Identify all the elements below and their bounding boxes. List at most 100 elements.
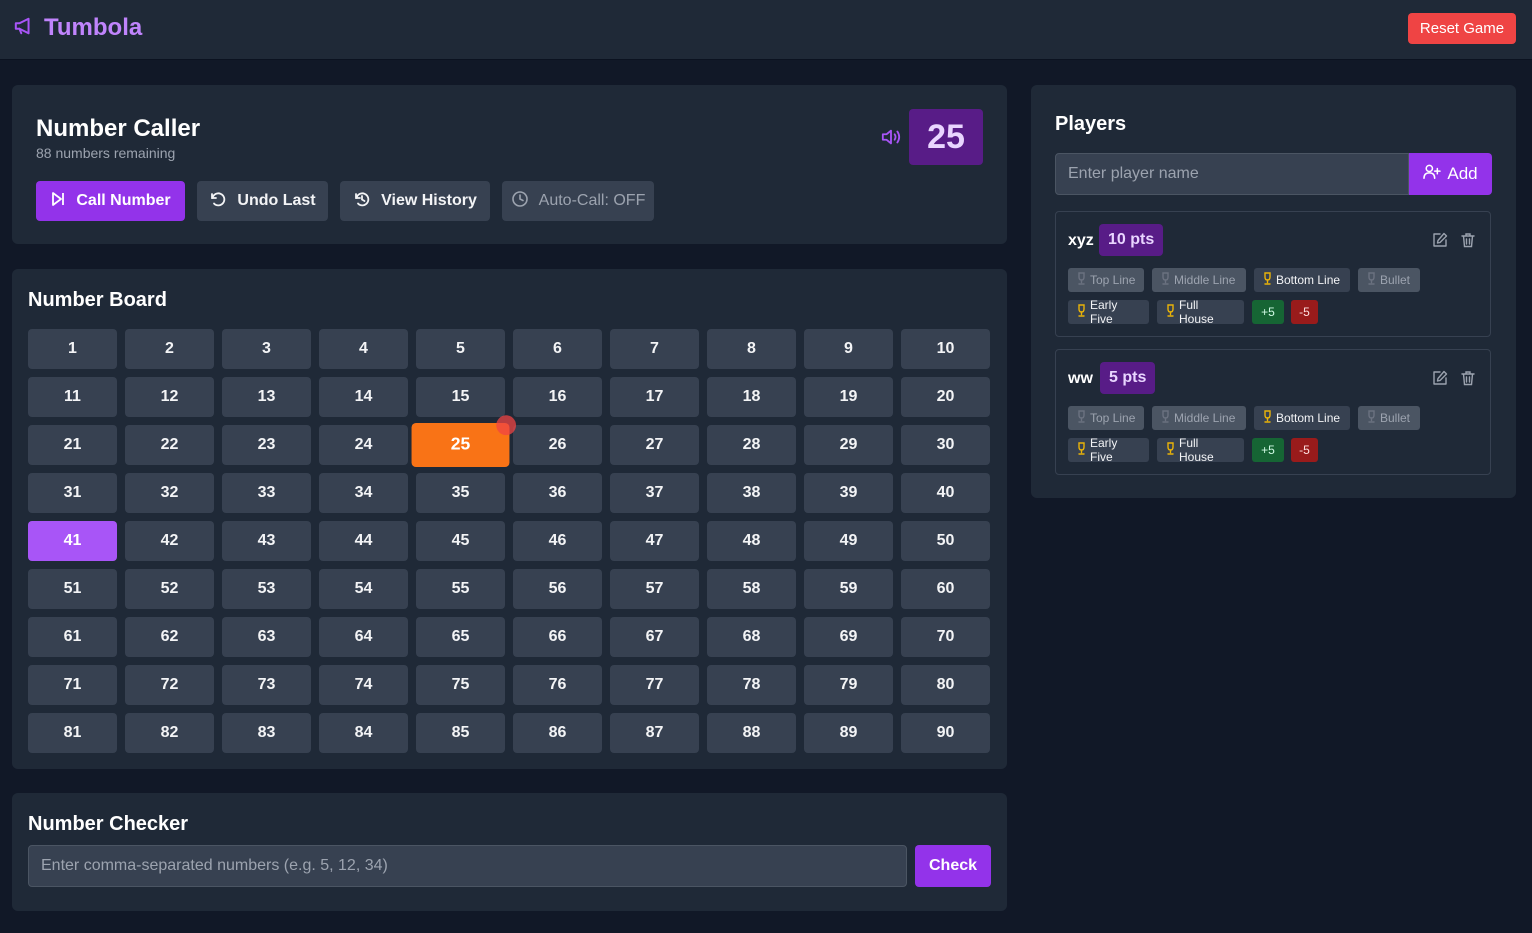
reset-game-button[interactable]: Reset Game [1408, 13, 1516, 44]
number-cell[interactable]: 85 [416, 713, 505, 753]
number-cell[interactable]: 35 [416, 473, 505, 513]
number-cell[interactable]: 29 [804, 425, 893, 465]
undo-last-button[interactable]: Undo Last [197, 181, 328, 221]
claim-middle-line-button[interactable]: Middle Line [1152, 406, 1246, 430]
number-cell[interactable]: 68 [707, 617, 796, 657]
edit-icon[interactable] [1432, 370, 1448, 391]
number-cell[interactable]: 65 [416, 617, 505, 657]
number-cell[interactable]: 34 [319, 473, 408, 513]
number-cell[interactable]: 2 [125, 329, 214, 369]
subtract-points-button[interactable]: -5 [1291, 438, 1318, 462]
number-cell[interactable]: 22 [125, 425, 214, 465]
number-cell[interactable]: 11 [28, 377, 117, 417]
trash-icon[interactable] [1460, 232, 1476, 253]
number-cell[interactable]: 19 [804, 377, 893, 417]
number-cell[interactable]: 8 [707, 329, 796, 369]
number-cell[interactable]: 73 [222, 665, 311, 705]
claim-top-line-button[interactable]: Top Line [1068, 268, 1144, 292]
claim-bullet-button[interactable]: Bullet [1358, 268, 1420, 292]
number-cell[interactable]: 53 [222, 569, 311, 609]
number-cell[interactable]: 54 [319, 569, 408, 609]
number-cell[interactable]: 63 [222, 617, 311, 657]
number-cell[interactable]: 47 [610, 521, 699, 561]
number-cell[interactable]: 52 [125, 569, 214, 609]
number-cell[interactable]: 58 [707, 569, 796, 609]
check-button[interactable]: Check [915, 845, 991, 887]
number-cell[interactable]: 48 [707, 521, 796, 561]
number-cell[interactable]: 39 [804, 473, 893, 513]
number-cell[interactable]: 56 [513, 569, 602, 609]
claim-bullet-button[interactable]: Bullet [1358, 406, 1420, 430]
call-number-button[interactable]: Call Number [36, 181, 185, 221]
number-cell[interactable]: 32 [125, 473, 214, 513]
number-cell[interactable]: 60 [901, 569, 990, 609]
view-history-button[interactable]: View History [340, 181, 490, 221]
add-points-button[interactable]: +5 [1252, 300, 1284, 324]
number-cell[interactable]: 72 [125, 665, 214, 705]
number-cell[interactable]: 66 [513, 617, 602, 657]
number-cell[interactable]: 69 [804, 617, 893, 657]
number-cell[interactable]: 4 [319, 329, 408, 369]
number-cell[interactable]: 16 [513, 377, 602, 417]
number-cell[interactable]: 77 [610, 665, 699, 705]
number-cell[interactable]: 25 [411, 415, 517, 467]
number-cell[interactable]: 67 [610, 617, 699, 657]
number-cell[interactable]: 80 [901, 665, 990, 705]
number-cell[interactable]: 3 [222, 329, 311, 369]
claim-early-five-button[interactable]: Early Five [1068, 298, 1149, 326]
number-cell[interactable]: 7 [610, 329, 699, 369]
number-cell[interactable]: 82 [125, 713, 214, 753]
number-cell[interactable]: 75 [416, 665, 505, 705]
number-cell[interactable]: 57 [610, 569, 699, 609]
number-cell[interactable]: 31 [28, 473, 117, 513]
number-cell[interactable]: 64 [319, 617, 408, 657]
number-cell[interactable]: 41 [28, 521, 117, 561]
number-cell[interactable]: 71 [28, 665, 117, 705]
number-cell[interactable]: 37 [610, 473, 699, 513]
number-cell[interactable]: 61 [28, 617, 117, 657]
number-cell[interactable]: 30 [901, 425, 990, 465]
number-cell[interactable]: 87 [610, 713, 699, 753]
number-cell[interactable]: 5 [416, 329, 505, 369]
number-cell[interactable]: 79 [804, 665, 893, 705]
number-cell[interactable]: 78 [707, 665, 796, 705]
add-points-button[interactable]: +5 [1252, 438, 1284, 462]
edit-icon[interactable] [1432, 232, 1448, 253]
number-cell[interactable]: 18 [707, 377, 796, 417]
number-cell[interactable]: 51 [28, 569, 117, 609]
number-checker-input[interactable] [28, 845, 907, 887]
number-cell[interactable]: 45 [416, 521, 505, 561]
claim-bottom-line-button[interactable]: Bottom Line [1254, 268, 1350, 292]
player-name-input[interactable] [1055, 153, 1409, 195]
number-cell[interactable]: 10 [901, 329, 990, 369]
number-cell[interactable]: 36 [513, 473, 602, 513]
claim-top-line-button[interactable]: Top Line [1068, 406, 1144, 430]
number-cell[interactable]: 12 [125, 377, 214, 417]
number-cell[interactable]: 9 [804, 329, 893, 369]
number-cell[interactable]: 55 [416, 569, 505, 609]
number-cell[interactable]: 89 [804, 713, 893, 753]
add-player-button[interactable]: Add [1409, 153, 1492, 195]
number-cell[interactable]: 15 [416, 377, 505, 417]
number-cell[interactable]: 40 [901, 473, 990, 513]
number-cell[interactable]: 88 [707, 713, 796, 753]
number-cell[interactable]: 46 [513, 521, 602, 561]
claim-full-house-button[interactable]: Full House [1157, 298, 1244, 326]
subtract-points-button[interactable]: -5 [1291, 300, 1318, 324]
number-cell[interactable]: 14 [319, 377, 408, 417]
trash-icon[interactable] [1460, 370, 1476, 391]
number-cell[interactable]: 26 [513, 425, 602, 465]
number-cell[interactable]: 74 [319, 665, 408, 705]
number-cell[interactable]: 28 [707, 425, 796, 465]
claim-middle-line-button[interactable]: Middle Line [1152, 268, 1246, 292]
number-cell[interactable]: 43 [222, 521, 311, 561]
number-cell[interactable]: 38 [707, 473, 796, 513]
number-cell[interactable]: 21 [28, 425, 117, 465]
number-cell[interactable]: 1 [28, 329, 117, 369]
number-cell[interactable]: 90 [901, 713, 990, 753]
number-cell[interactable]: 23 [222, 425, 311, 465]
auto-call-toggle[interactable]: Auto-Call: OFF [502, 181, 654, 221]
number-cell[interactable]: 27 [610, 425, 699, 465]
number-cell[interactable]: 86 [513, 713, 602, 753]
number-cell[interactable]: 13 [222, 377, 311, 417]
